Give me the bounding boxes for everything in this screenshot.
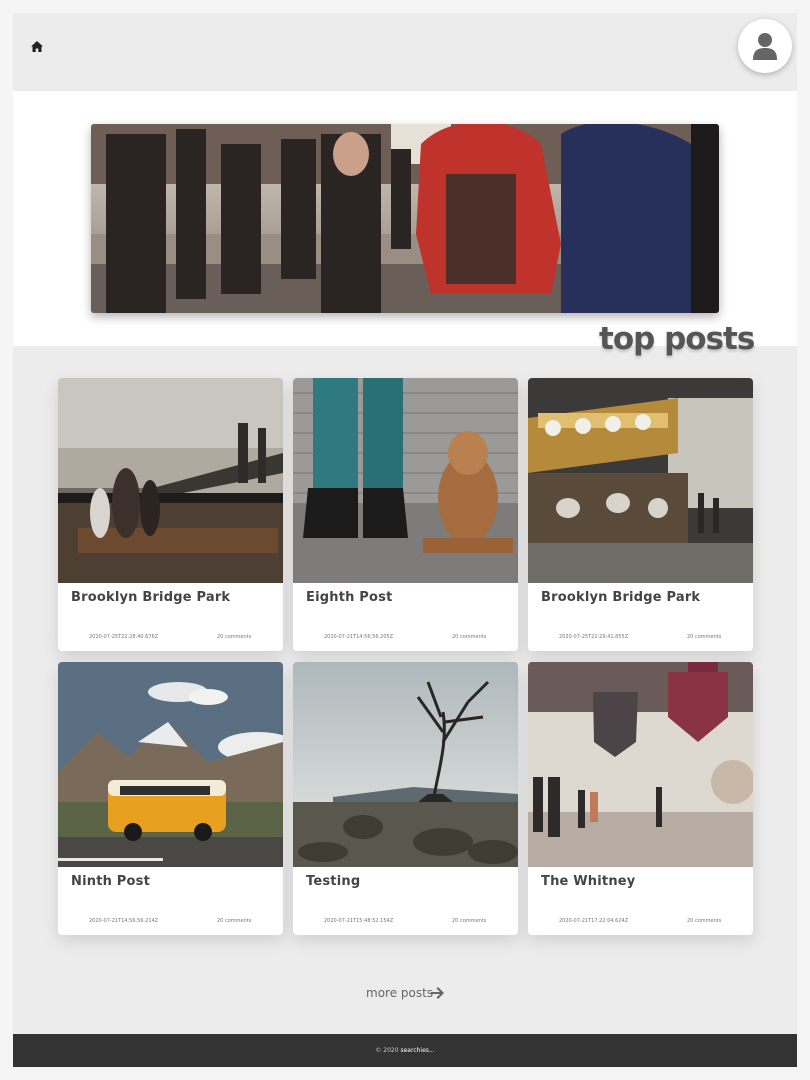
footer-copyright: © 2020 [375,1047,399,1054]
post-comments[interactable]: 20 comments [687,918,721,924]
post-comments[interactable]: 20 comments [687,634,721,640]
post-comments[interactable]: 20 comments [452,918,486,924]
home-icon[interactable] [31,37,47,53]
hero-section [13,91,797,346]
post-card[interactable]: Ninth Post 2020-07-21T14:56:56.214Z 20 c… [58,662,283,935]
post-comments[interactable]: 20 comments [452,634,486,640]
post-title[interactable]: The Whitney [541,874,635,889]
section-title: top posts [599,321,755,357]
post-card[interactable]: Testing 2020-07-21T15:48:52.154Z 20 comm… [293,662,518,935]
post-title[interactable]: Brooklyn Bridge Park [71,590,230,605]
post-image [293,378,518,583]
post-image [293,662,518,867]
post-date: 2020-07-21T14:56:56.205Z [324,634,394,640]
more-posts-label: more posts [366,986,434,1000]
footer-brand-link[interactable]: searchies... [400,1047,434,1054]
page-frame: top posts Brooklyn Bridge Park 2020-07-2… [13,13,797,1067]
post-comments[interactable]: 20 comments [217,918,251,924]
post-card[interactable]: Brooklyn Bridge Park 2020-07-25T22:29:41… [528,378,753,651]
post-title[interactable]: Eighth Post [306,590,393,605]
post-date: 2020-07-21T15:48:52.154Z [324,918,394,924]
arrow-right-icon [431,987,444,999]
post-title[interactable]: Brooklyn Bridge Park [541,590,700,605]
post-card[interactable]: Eighth Post 2020-07-21T14:56:56.205Z 20 … [293,378,518,651]
post-date: 2020-07-21T17:22:04.624Z [559,918,629,924]
post-date: 2020-07-25T22:28:40.676Z [89,634,159,640]
hero-image[interactable] [91,124,719,313]
user-icon [753,33,777,60]
post-title[interactable]: Ninth Post [71,874,150,889]
post-image [58,378,283,583]
post-image [528,378,753,583]
post-title[interactable]: Testing [306,874,360,889]
top-bar [13,13,797,91]
user-avatar-button[interactable] [738,19,792,73]
post-comments[interactable]: 20 comments [217,634,251,640]
post-image [528,662,753,867]
post-card[interactable]: The Whitney 2020-07-21T17:22:04.624Z 20 … [528,662,753,935]
post-date: 2020-07-21T14:56:56.214Z [89,918,159,924]
post-image [58,662,283,867]
more-posts-link[interactable]: more posts [366,986,444,1000]
post-date: 2020-07-25T22:29:41.855Z [559,634,629,640]
footer: © 2020 searchies... [13,1034,797,1067]
post-card[interactable]: Brooklyn Bridge Park 2020-07-25T22:28:40… [58,378,283,651]
